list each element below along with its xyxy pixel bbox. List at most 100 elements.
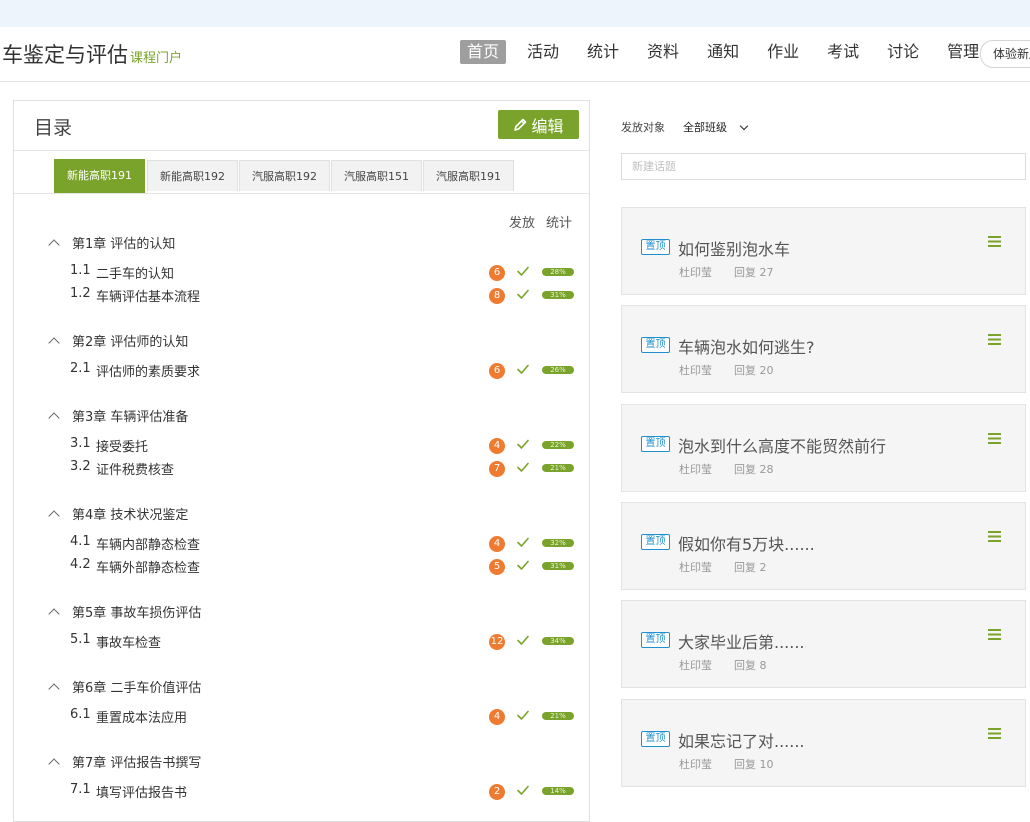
section-row[interactable]: 4.1 车辆内部静态检查 4 32% xyxy=(70,533,580,553)
catalog-title: 目录 xyxy=(34,117,73,139)
section-row[interactable]: 1.2 车辆评估基本流程 8 31% xyxy=(70,285,580,305)
hamburger-menu-icon[interactable] xyxy=(988,433,1001,444)
chapter-heading[interactable]: 第4章 技术状况鉴定 xyxy=(48,504,188,523)
edit-button[interactable]: 编辑 xyxy=(498,110,579,139)
chapter-heading[interactable]: 第2章 评估师的认知 xyxy=(48,331,189,350)
chevron-up-icon[interactable] xyxy=(48,682,60,695)
hamburger-menu-icon[interactable] xyxy=(988,728,1001,739)
nav-notices[interactable]: 通知 xyxy=(700,40,746,64)
check-icon[interactable] xyxy=(516,362,530,376)
progress-bar: 31% xyxy=(542,291,574,299)
section-row[interactable]: 3.2 证件税费核查 7 21% xyxy=(70,458,580,478)
section-row[interactable]: 6.1 重置成本法应用 4 21% xyxy=(70,706,580,726)
hamburger-menu-icon[interactable] xyxy=(988,334,1001,345)
section-title: 事故车检查 xyxy=(96,636,162,651)
topic-card[interactable]: 置顶 车辆泡水如何逃生? 杜印莹 回复 20 xyxy=(621,305,1026,393)
nav-materials[interactable]: 资料 xyxy=(640,40,686,64)
chapter-title: 第7章 评估报告书撰写 xyxy=(72,756,202,771)
check-icon[interactable] xyxy=(516,437,530,451)
task-count-badge: 7 xyxy=(489,461,505,477)
check-icon[interactable] xyxy=(516,708,530,722)
topic-reply-count: 回复 20 xyxy=(734,364,774,377)
progress-bar: 31% xyxy=(542,562,574,570)
topic-card[interactable]: 置顶 泡水到什么高度不能贸然前行 杜印莹 回复 28 xyxy=(621,404,1026,492)
section-row[interactable]: 1.1 二手车的认知 6 28% xyxy=(70,262,580,282)
task-count-badge: 2 xyxy=(489,784,505,800)
section-row[interactable]: 2.1 评估师的素质要求 6 26% xyxy=(70,360,580,380)
tab-class-4[interactable]: 汽服高职151 xyxy=(331,160,422,191)
new-topic-input[interactable] xyxy=(621,153,1026,180)
class-tabs: 新能高职191 新能高职192 汽服高职192 汽服高职151 汽服高职191 xyxy=(14,151,589,194)
section-title: 车辆评估基本流程 xyxy=(96,290,201,305)
check-icon[interactable] xyxy=(516,287,530,301)
nav-exams[interactable]: 考试 xyxy=(820,40,866,64)
target-label: 发放对象 xyxy=(621,121,665,134)
target-class-select[interactable]: 全部班级 xyxy=(683,119,749,135)
course-title-text: 车鉴定与评估 xyxy=(2,43,128,67)
check-icon[interactable] xyxy=(516,633,530,647)
task-count-badge: 4 xyxy=(489,709,505,725)
topic-title[interactable]: 假如你有5万块...... xyxy=(678,531,815,555)
tab-class-2[interactable]: 新能高职192 xyxy=(147,160,238,191)
check-icon[interactable] xyxy=(516,460,530,474)
topic-author: 杜印莹 xyxy=(679,561,712,574)
topic-card[interactable]: 置顶 如果忘记了对...... 杜印莹 回复 10 xyxy=(621,699,1026,787)
topic-card[interactable]: 置顶 假如你有5万块...... 杜印莹 回复 2 xyxy=(621,502,1026,590)
chevron-up-icon[interactable] xyxy=(48,757,60,770)
chapter-title: 第2章 评估师的认知 xyxy=(72,335,189,350)
section-row[interactable]: 5.1 事故车检查 12 34% xyxy=(70,631,580,651)
nav-statistics[interactable]: 统计 xyxy=(580,40,626,64)
try-new-version-button[interactable]: 体验新版 xyxy=(980,40,1030,68)
check-icon[interactable] xyxy=(516,264,530,278)
topic-title[interactable]: 大家毕业后第...... xyxy=(678,629,805,653)
nav-homework[interactable]: 作业 xyxy=(760,40,806,64)
topic-title[interactable]: 如何鉴别泡水车 xyxy=(678,236,790,260)
pinned-badge: 置顶 xyxy=(641,436,670,452)
portal-link[interactable]: 课程门户 xyxy=(130,51,182,66)
topic-card[interactable]: 置顶 如何鉴别泡水车 杜印莹 回复 27 xyxy=(621,207,1026,295)
catalog-header: 目录 编辑 xyxy=(14,101,589,151)
section-title: 重置成本法应用 xyxy=(96,711,188,726)
pinned-badge: 置顶 xyxy=(641,534,670,550)
chapter-heading[interactable]: 第7章 评估报告书撰写 xyxy=(48,752,202,771)
chevron-up-icon[interactable] xyxy=(48,411,60,424)
check-icon[interactable] xyxy=(516,783,530,797)
nav-home[interactable]: 首页 xyxy=(460,40,507,64)
progress-bar: 21% xyxy=(542,712,574,720)
section-number: 1.1 xyxy=(70,263,91,278)
tab-class-5[interactable]: 汽服高职191 xyxy=(423,160,514,191)
catalog-panel: 目录 编辑 新能高职191 新能高职192 汽服高职192 汽服高职151 汽服… xyxy=(13,100,590,822)
chapter-heading[interactable]: 第6章 二手车价值评估 xyxy=(48,677,201,696)
nav-discussion[interactable]: 讨论 xyxy=(880,40,926,64)
topic-author: 杜印莹 xyxy=(679,463,712,476)
topic-author: 杜印莹 xyxy=(679,758,712,771)
check-icon[interactable] xyxy=(516,535,530,549)
hamburger-menu-icon[interactable] xyxy=(988,531,1001,542)
tab-class-1[interactable]: 新能高职191 xyxy=(54,159,145,193)
hamburger-menu-icon[interactable] xyxy=(988,629,1001,640)
chevron-up-icon[interactable] xyxy=(48,238,60,251)
topic-card[interactable]: 置顶 大家毕业后第...... 杜印莹 回复 8 xyxy=(621,600,1026,688)
topic-title[interactable]: 泡水到什么高度不能贸然前行 xyxy=(678,433,886,457)
section-row[interactable]: 4.2 车辆外部静态检查 5 31% xyxy=(70,556,580,576)
topic-title[interactable]: 如果忘记了对...... xyxy=(678,728,805,752)
tab-class-3[interactable]: 汽服高职192 xyxy=(239,160,330,191)
edit-button-label: 编辑 xyxy=(531,116,564,136)
section-row[interactable]: 3.1 接受委托 4 22% xyxy=(70,435,580,455)
hamburger-menu-icon[interactable] xyxy=(988,236,1001,247)
section-title: 车辆外部静态检查 xyxy=(96,561,201,576)
nav-activity[interactable]: 活动 xyxy=(520,40,566,64)
section-number: 3.2 xyxy=(70,459,91,474)
chevron-up-icon[interactable] xyxy=(48,607,60,620)
chapter-heading[interactable]: 第5章 事故车损伤评估 xyxy=(48,602,201,621)
chapter-heading[interactable]: 第1章 评估的认知 xyxy=(48,233,175,252)
pinned-badge: 置顶 xyxy=(641,239,670,255)
chapter-heading[interactable]: 第3章 车辆评估准备 xyxy=(48,406,189,425)
chevron-up-icon[interactable] xyxy=(48,509,60,522)
chapter-title: 第3章 车辆评估准备 xyxy=(72,410,189,425)
chevron-down-icon xyxy=(739,121,749,130)
check-icon[interactable] xyxy=(516,558,530,572)
chevron-up-icon[interactable] xyxy=(48,336,60,349)
topic-title[interactable]: 车辆泡水如何逃生? xyxy=(678,334,815,358)
section-row[interactable]: 7.1 填写评估报告书 2 14% xyxy=(70,781,580,801)
